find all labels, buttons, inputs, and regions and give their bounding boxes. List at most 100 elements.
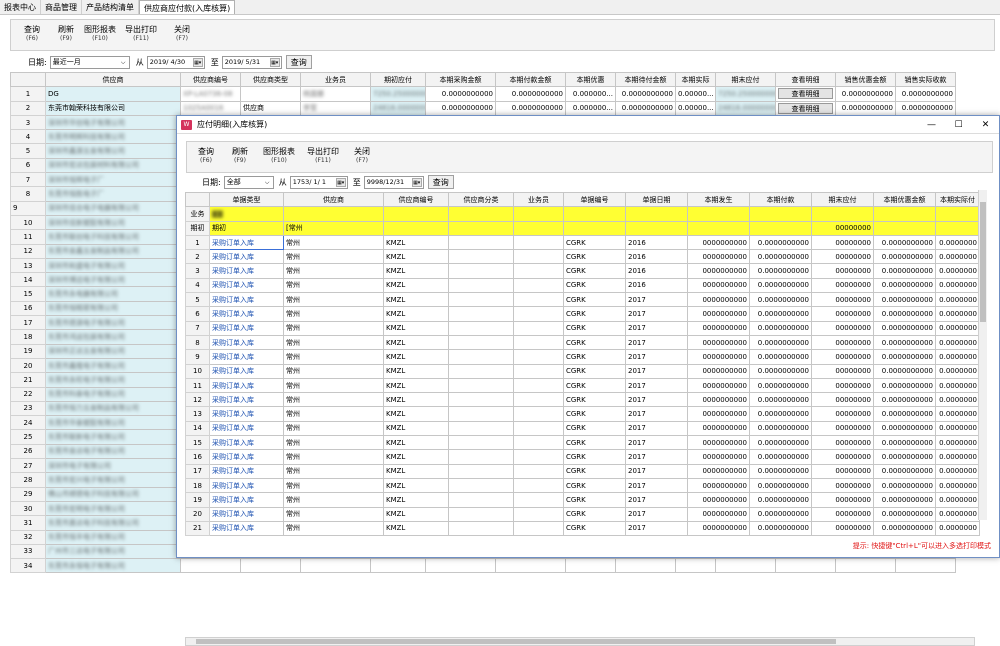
col-header[interactable]: 供应商编号: [383, 191, 449, 208]
tab-bom-list[interactable]: 产品结构清单: [82, 0, 139, 14]
view-detail-button[interactable]: 查看明细: [778, 102, 833, 114]
view-detail-cell[interactable]: [775, 558, 836, 574]
table-row[interactable]: 11 采购订单入库 常州 KMZL CGRK 2017 0000000000 0.000000…: [185, 377, 980, 394]
col-header[interactable]: 期末应付: [811, 191, 874, 208]
dialog-query-button[interactable]: 查询 (F6): [189, 142, 223, 172]
col-header[interactable]: 期末应付: [715, 71, 776, 88]
calendar-icon[interactable]: ▦▾: [335, 177, 346, 187]
tab-report-center[interactable]: 报表中心: [0, 0, 41, 14]
filter-query-button[interactable]: 查询: [285, 55, 312, 69]
table-row[interactable]: 18 采购订单入库 常州 KMZL CGRK 2017 0000000000 0.000000…: [185, 477, 980, 494]
cell-empty: [448, 420, 514, 437]
calendar-icon[interactable]: ▦▾: [269, 57, 280, 67]
cell-actual: 0.0000000: [935, 449, 980, 465]
table-row[interactable]: 10 采购订单入库 常州 KMZL CGRK 2017 0000000000 0.000000…: [185, 363, 980, 379]
table-row[interactable]: 8 采购订单入库 常州 KMZL CGRK 2017 0000000000 0.0000000…: [185, 334, 980, 351]
from-date-input[interactable]: 2019/ 4/30 ▦▾: [146, 55, 205, 69]
col-header[interactable]: 销售实际收款: [895, 71, 956, 88]
col-header[interactable]: 单据日期: [625, 191, 688, 208]
cell-bill: CGRK: [563, 277, 626, 294]
table-row[interactable]: 9 采购订单入库 常州 KMZL CGRK 2017 0000000000 0.0000000…: [185, 349, 980, 365]
dialog-to-date-input[interactable]: 9998/12/31 ▦▾: [363, 175, 424, 189]
table-row[interactable]: 12 采购订单入库 常州 KMZL CGRK 2017 0000000000 0.000000…: [185, 392, 980, 408]
horizontal-scrollbar[interactable]: [185, 637, 975, 646]
col-header[interactable]: 本期付款: [749, 191, 812, 208]
dialog-from-date-input[interactable]: 1753/ 1/ 1 ▦▾: [289, 175, 348, 189]
col-header[interactable]: 本期付款金额: [495, 71, 566, 88]
cell-supplier: 常州: [283, 392, 384, 408]
calendar-icon[interactable]: ▦▾: [192, 57, 203, 67]
view-detail-cell[interactable]: 查看明细: [775, 100, 836, 116]
col-header[interactable]: 查看明细: [775, 71, 836, 88]
tab-product-management[interactable]: 商品管理: [41, 0, 82, 14]
col-header[interactable]: 业务员: [300, 71, 371, 88]
dialog-date-range-select[interactable]: 全部 ⌵: [223, 175, 274, 189]
col-header[interactable]: 本期发生: [687, 191, 750, 208]
view-detail-button[interactable]: 查看明细: [778, 88, 833, 100]
col-header[interactable]: 期初应付: [370, 71, 426, 88]
calendar-icon[interactable]: ▦▾: [411, 177, 422, 187]
col-header[interactable]: 供应商: [283, 191, 384, 208]
col-header[interactable]: 单据类型: [209, 191, 284, 208]
cell-actual: 0.0000000: [935, 234, 980, 251]
summary-row-business[interactable]: 业务 ▇▇: [185, 206, 980, 222]
dialog-export-print-button[interactable]: 导出打印 (F11): [301, 142, 345, 172]
table-row[interactable]: 7 采购订单入库 常州 KMZL CGRK 2017 0000000000 0.0000000…: [185, 320, 980, 336]
cell-due: 0.0000000000: [615, 100, 676, 116]
query-button[interactable]: 查询 (F6): [15, 20, 49, 50]
table-row[interactable]: 34 东莞市永恒电子有限公司: [10, 558, 956, 574]
minimize-icon[interactable]: —: [918, 120, 945, 130]
col-header[interactable]: 供应商类型: [240, 71, 301, 88]
dialog-filter-query-button[interactable]: 查询: [427, 175, 454, 189]
table-row[interactable]: 16 采购订单入库 常州 KMZL CGRK 2017 0000000000 0.000000…: [185, 449, 980, 465]
cell-empty: [513, 435, 564, 451]
table-row[interactable]: 6 采购订单入库 常州 KMZL CGRK 2017 0000000000 0.0000000…: [185, 306, 980, 322]
chart-report-button[interactable]: 图形报表 (F10): [83, 20, 117, 50]
refresh-button[interactable]: 刷新 (F9): [49, 20, 83, 50]
table-row[interactable]: 14 采购订单入库 常州 KMZL CGRK 2017 0000000000 0.000000…: [185, 420, 980, 437]
table-row[interactable]: 1 采购订单入库 常州 KMZL CGRK 2016 0000000000 0.0000000…: [185, 234, 980, 251]
to-date-input[interactable]: 2019/ 5/31 ▦▾: [221, 55, 282, 69]
table-row[interactable]: 20 采购订单入库 常州 KMZL CGRK 2017 0000000000 0.000000…: [185, 506, 980, 522]
cell-date: 2016: [625, 277, 688, 294]
dialog-chart-report-button[interactable]: 图形报表 (F10): [257, 142, 301, 172]
scroll-thumb[interactable]: [980, 202, 986, 322]
col-header[interactable]: 单据编号: [563, 191, 626, 208]
col-header[interactable]: 供应商分类: [448, 191, 514, 208]
col-header[interactable]: 供应商: [45, 71, 181, 88]
tab-supplier-payables[interactable]: 供应商应付款(入库核算): [139, 0, 236, 14]
col-header[interactable]: 业务员: [513, 191, 564, 208]
table-row[interactable]: 2东莞市翰荣科技有限公司1025A0016供应商李莹24816.00000000…: [10, 100, 956, 116]
col-header[interactable]: 供应商编号: [180, 71, 241, 88]
table-row[interactable]: 4 采购订单入库 常州 KMZL CGRK 2016 0000000000 0.0000000…: [185, 277, 980, 294]
maximize-icon[interactable]: ☐: [945, 120, 972, 130]
dialog-titlebar[interactable]: W 应付明细(入库核算) — ☐ ✕: [177, 116, 999, 134]
col-header[interactable]: 本期实际付: [935, 191, 980, 208]
col-header[interactable]: 销售优惠金额: [835, 71, 896, 88]
col-header[interactable]: 本期优惠: [565, 71, 616, 88]
table-row[interactable]: 17 采购订单入库 常州 KMZL CGRK 2017 0000000000 0.000000…: [185, 463, 980, 479]
view-detail-cell[interactable]: 查看明细: [775, 86, 836, 102]
col-header[interactable]: 本期待付金额: [615, 71, 676, 88]
export-print-button[interactable]: 导出打印 (F11): [117, 20, 165, 50]
col-header[interactable]: 本期优惠金额: [873, 191, 936, 208]
table-row[interactable]: 2 采购订单入库 常州 KMZL CGRK 2016 0000000000 0.0000000…: [185, 249, 980, 265]
col-header[interactable]: 本期采购金额: [425, 71, 496, 88]
dialog-close-button[interactable]: 关闭 (F7): [345, 142, 379, 172]
table-row[interactable]: 5 采购订单入库 常州 KMZL CGRK 2017 0000000000 0.0000000…: [185, 292, 980, 308]
table-row[interactable]: 19 采购订单入库 常州 KMZL CGRK 2017 0000000000 0.000000…: [185, 492, 980, 508]
table-row[interactable]: 13 采购订单入库 常州 KMZL CGRK 2017 0000000000 0.000000…: [185, 406, 980, 422]
cell-supplier: 深圳市博远电子有限公司: [45, 272, 181, 288]
summary-row-opening[interactable]: 期初 期初 [常州 00000000: [185, 220, 980, 236]
table-row[interactable]: 3 采购订单入库 常州 KMZL CGRK 2016 0000000000 0.0000000…: [185, 263, 980, 279]
close-button[interactable]: 关闭 (F7): [165, 20, 199, 50]
col-header[interactable]: 本期实际: [675, 71, 716, 88]
dialog-refresh-button[interactable]: 刷新 (F9): [223, 142, 257, 172]
table-row[interactable]: 1DGXP-LA0736-08杨国娜7250.25000000000.00000…: [10, 86, 956, 102]
table-row[interactable]: 15 采购订单入库 常州 KMZL CGRK 2017 0000000000 0.000000…: [185, 435, 980, 451]
scroll-thumb[interactable]: [196, 639, 836, 644]
date-range-select[interactable]: 最近一月 ⌵: [49, 55, 130, 69]
close-icon[interactable]: ✕: [972, 120, 999, 130]
table-row[interactable]: 21 采购订单入库 常州 KMZL CGRK 2017 0000000000 0.000000…: [185, 520, 980, 537]
vertical-scrollbar[interactable]: [978, 190, 987, 520]
